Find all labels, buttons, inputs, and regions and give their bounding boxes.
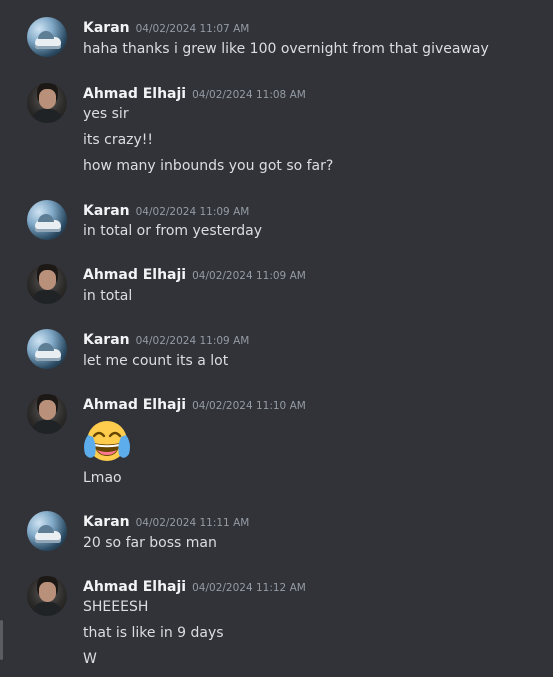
avatar[interactable]	[27, 83, 67, 123]
message-text: haha thanks i grew like 100 overnight fr…	[83, 41, 489, 57]
message-header: Karan 04/02/2024 11:11 AM	[83, 511, 249, 531]
message-text: 20 so far boss man	[83, 535, 217, 551]
author-name[interactable]: Karan	[83, 514, 130, 530]
avatar[interactable]	[27, 576, 67, 616]
author-name[interactable]: Ahmad Elhaji	[83, 267, 186, 283]
message-header: Ahmad Elhaji 04/02/2024 11:10 AM	[83, 394, 306, 414]
message-header: Ahmad Elhaji 04/02/2024 11:09 AM	[83, 264, 306, 284]
message-header: Ahmad Elhaji 04/02/2024 11:12 AM	[83, 576, 306, 596]
message-timestamp: 04/02/2024 11:07 AM	[135, 23, 250, 35]
message-timestamp: 04/02/2024 11:09 AM	[135, 206, 250, 218]
scrollbar-edge[interactable]	[0, 620, 3, 660]
message-timestamp: 04/02/2024 11:12 AM	[192, 582, 306, 594]
message-text: yes sir	[83, 106, 129, 122]
message-text: W	[83, 651, 97, 667]
author-name[interactable]: Karan	[83, 20, 130, 36]
message-text: how many inbounds you got so far?	[83, 158, 334, 174]
avatar[interactable]	[27, 329, 67, 369]
message-header: Karan 04/02/2024 11:09 AM	[83, 200, 249, 220]
author-name[interactable]: Ahmad Elhaji	[83, 397, 186, 413]
face-with-tears-of-joy-icon[interactable]	[83, 417, 131, 465]
message-timestamp: 04/02/2024 11:09 AM	[135, 335, 250, 347]
avatar[interactable]	[27, 264, 67, 304]
avatar[interactable]	[27, 394, 67, 434]
message-header: Karan 04/02/2024 11:07 AM	[83, 17, 249, 37]
author-name[interactable]: Karan	[83, 332, 130, 348]
message-header: Ahmad Elhaji 04/02/2024 11:08 AM	[83, 83, 306, 103]
author-name[interactable]: Ahmad Elhaji	[83, 86, 186, 102]
avatar[interactable]	[27, 17, 67, 57]
message-timestamp: 04/02/2024 11:08 AM	[192, 89, 306, 101]
message-timestamp: 04/02/2024 11:10 AM	[192, 400, 306, 412]
message-timestamp: 04/02/2024 11:11 AM	[135, 517, 250, 529]
message-text: let me count its a lot	[83, 353, 229, 369]
message-timestamp: 04/02/2024 11:09 AM	[192, 270, 306, 282]
author-name[interactable]: Karan	[83, 203, 130, 219]
message-header: Karan 04/02/2024 11:09 AM	[83, 329, 249, 349]
message-text: in total or from yesterday	[83, 223, 263, 239]
avatar[interactable]	[27, 200, 67, 240]
message-text: SHEEESH	[83, 599, 149, 615]
message-text: in total	[83, 288, 133, 304]
author-name[interactable]: Ahmad Elhaji	[83, 579, 186, 595]
message-text: Lmao	[83, 470, 122, 486]
message-text: that is like in 9 days	[83, 625, 224, 641]
avatar[interactable]	[27, 511, 67, 551]
message-text: its crazy!!	[83, 132, 154, 148]
